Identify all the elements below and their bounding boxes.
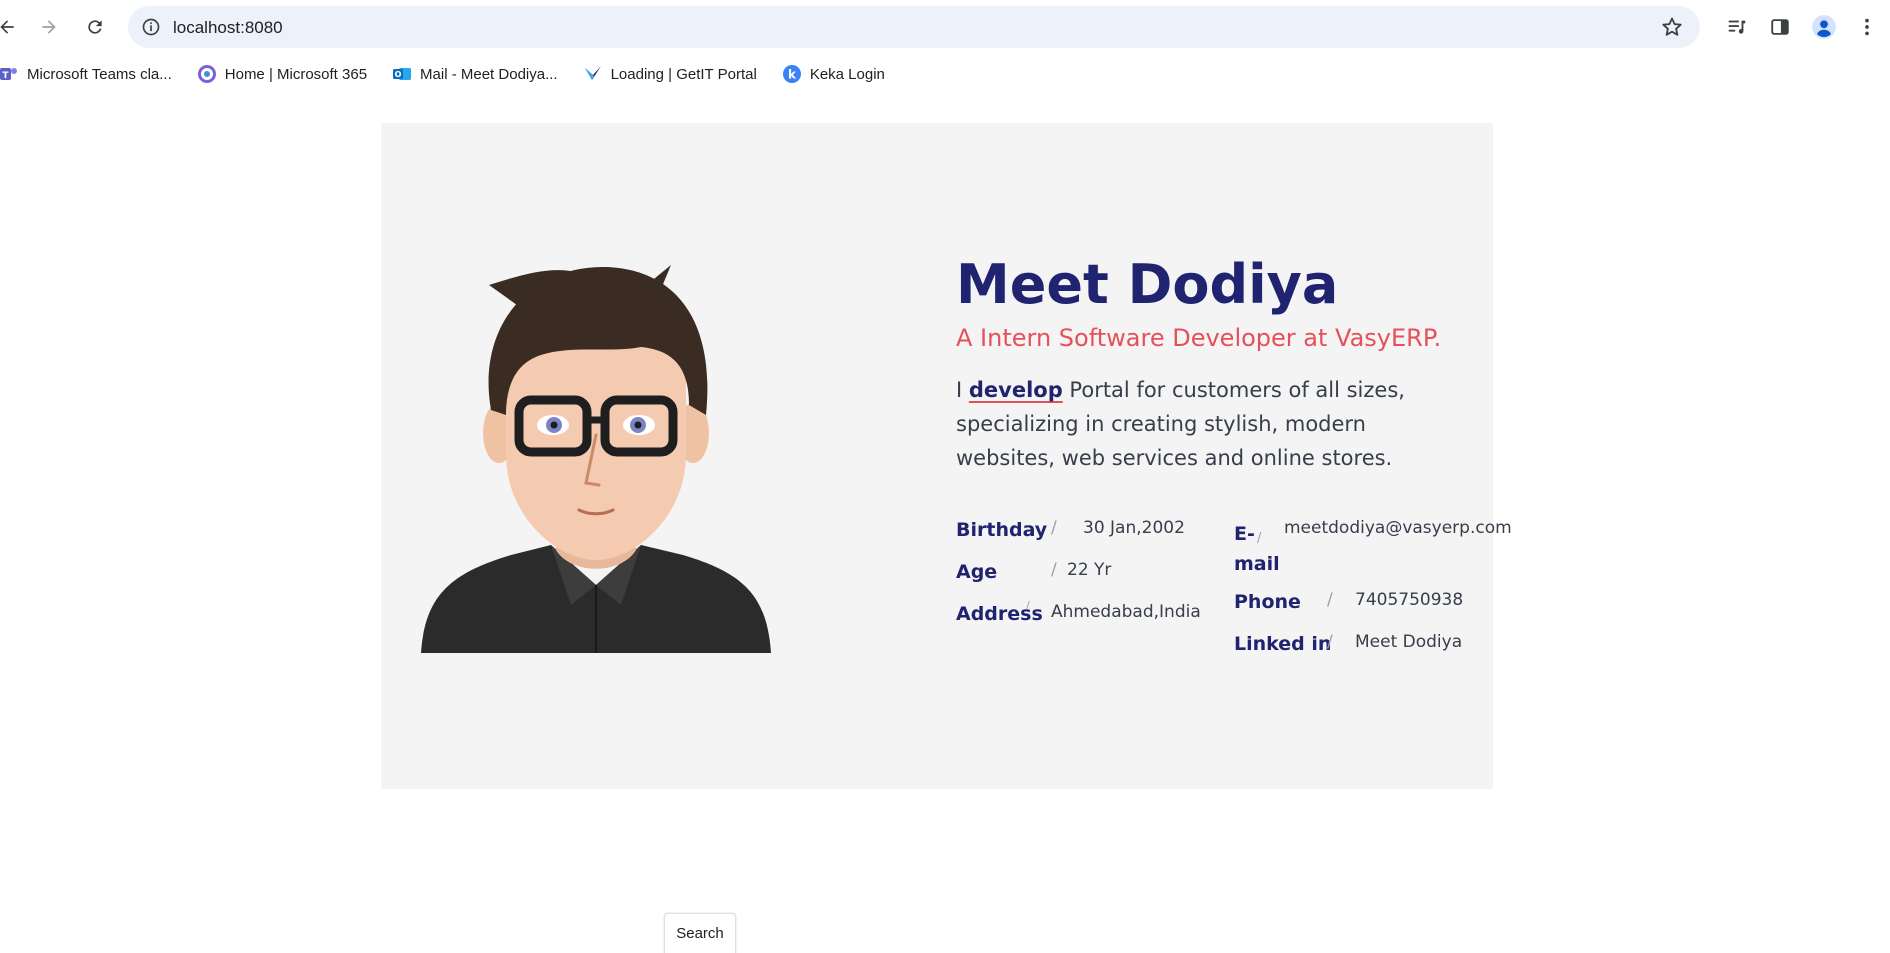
profile-card: Meet Dodiya A Intern Software Developer …	[381, 123, 1512, 789]
url-text[interactable]: localhost:8080	[173, 18, 283, 38]
bookmark-teams[interactable]: T Microsoft Teams cla...	[0, 59, 180, 89]
profile-role: A Intern Software Developer at VasyERP.	[956, 324, 1442, 352]
forward-arrow-icon	[42, 20, 56, 34]
bookmark-label: Microsoft Teams cla...	[27, 65, 172, 83]
desc-keyword: develop	[968, 378, 1063, 402]
detail-label-email: E-mail	[1234, 523, 1280, 575]
profile-details: Birthday / 30 Jan,2002 Age / 22 Yr Addre…	[956, 513, 1516, 663]
detail-sep: /	[1257, 531, 1262, 546]
media-controls-icon[interactable]	[1722, 12, 1752, 42]
profile-intro: Meet Dodiya A Intern Software Developer …	[956, 253, 1516, 475]
site-info-icon[interactable]	[138, 14, 164, 40]
keka-icon: k	[782, 65, 801, 83]
detail-value-linkedin: Meet Dodiya	[1355, 632, 1463, 652]
profile-name: Meet Dodiya	[956, 253, 1339, 316]
microsoft365-icon	[197, 65, 216, 83]
reload-button[interactable]	[78, 10, 112, 44]
bookmarks-bar: T Microsoft Teams cla... Home | Microsof…	[0, 58, 1890, 90]
bookmark-label: Mail - Meet Dodiya...	[420, 65, 558, 83]
bookmark-keka[interactable]: k Keka Login	[782, 59, 893, 89]
svg-text:k: k	[788, 68, 797, 82]
desc-prefix: I	[956, 378, 969, 402]
bookmark-label: Loading | GetIT Portal	[610, 65, 757, 83]
browser-toolbar: localhost:8080	[0, 0, 1890, 54]
detail-label-age: Age	[956, 561, 998, 583]
outlook-icon: O	[393, 65, 412, 83]
detail-sep: /	[1026, 599, 1030, 612]
back-button[interactable]	[0, 10, 24, 44]
search-button[interactable]: Search	[664, 913, 736, 953]
detail-value-birthday: 30 Jan,2002	[1083, 518, 1185, 538]
detail-label-linkedin: Linked in	[1234, 633, 1332, 655]
profile-avatar-icon[interactable]	[1809, 12, 1839, 42]
detail-value-age: 22 Yr	[1067, 560, 1112, 580]
avatar	[421, 265, 771, 653]
bookmark-star-icon[interactable]	[1660, 15, 1684, 39]
bookmark-label: Keka Login	[809, 65, 885, 83]
svg-text:O: O	[395, 70, 402, 79]
bookmark-outlook[interactable]: O Mail - Meet Dodiya...	[393, 59, 566, 89]
profile-description: I develop Portal for customers of all si…	[956, 373, 1456, 475]
getit-icon	[584, 65, 602, 83]
teams-icon: T	[0, 65, 18, 83]
detail-sep: /	[1327, 590, 1333, 610]
menu-dots-icon[interactable]	[1852, 12, 1882, 42]
detail-sep: /	[1051, 560, 1057, 580]
svg-text:T: T	[2, 71, 9, 81]
back-arrow-icon	[0, 20, 14, 34]
bookmark-microsoft365[interactable]: Home | Microsoft 365	[197, 59, 375, 89]
detail-sep: /	[1327, 632, 1333, 652]
detail-sep: /	[1051, 518, 1057, 538]
detail-label-phone: Phone	[1234, 591, 1301, 613]
bookmark-label: Home | Microsoft 365	[224, 65, 368, 83]
reload-icon	[88, 20, 102, 34]
forward-button[interactable]	[32, 10, 66, 44]
detail-label-birthday: Birthday	[956, 519, 1048, 541]
detail-value-address: Ahmedabad,India	[1051, 602, 1201, 622]
address-bar[interactable]: localhost:8080	[128, 6, 1700, 48]
bookmark-getit[interactable]: Loading | GetIT Portal	[584, 59, 765, 89]
side-panel-icon[interactable]	[1765, 12, 1795, 42]
detail-value-email: meetdodiya@vasyerp.com	[1284, 518, 1512, 538]
detail-value-phone: 7405750938	[1355, 590, 1464, 610]
